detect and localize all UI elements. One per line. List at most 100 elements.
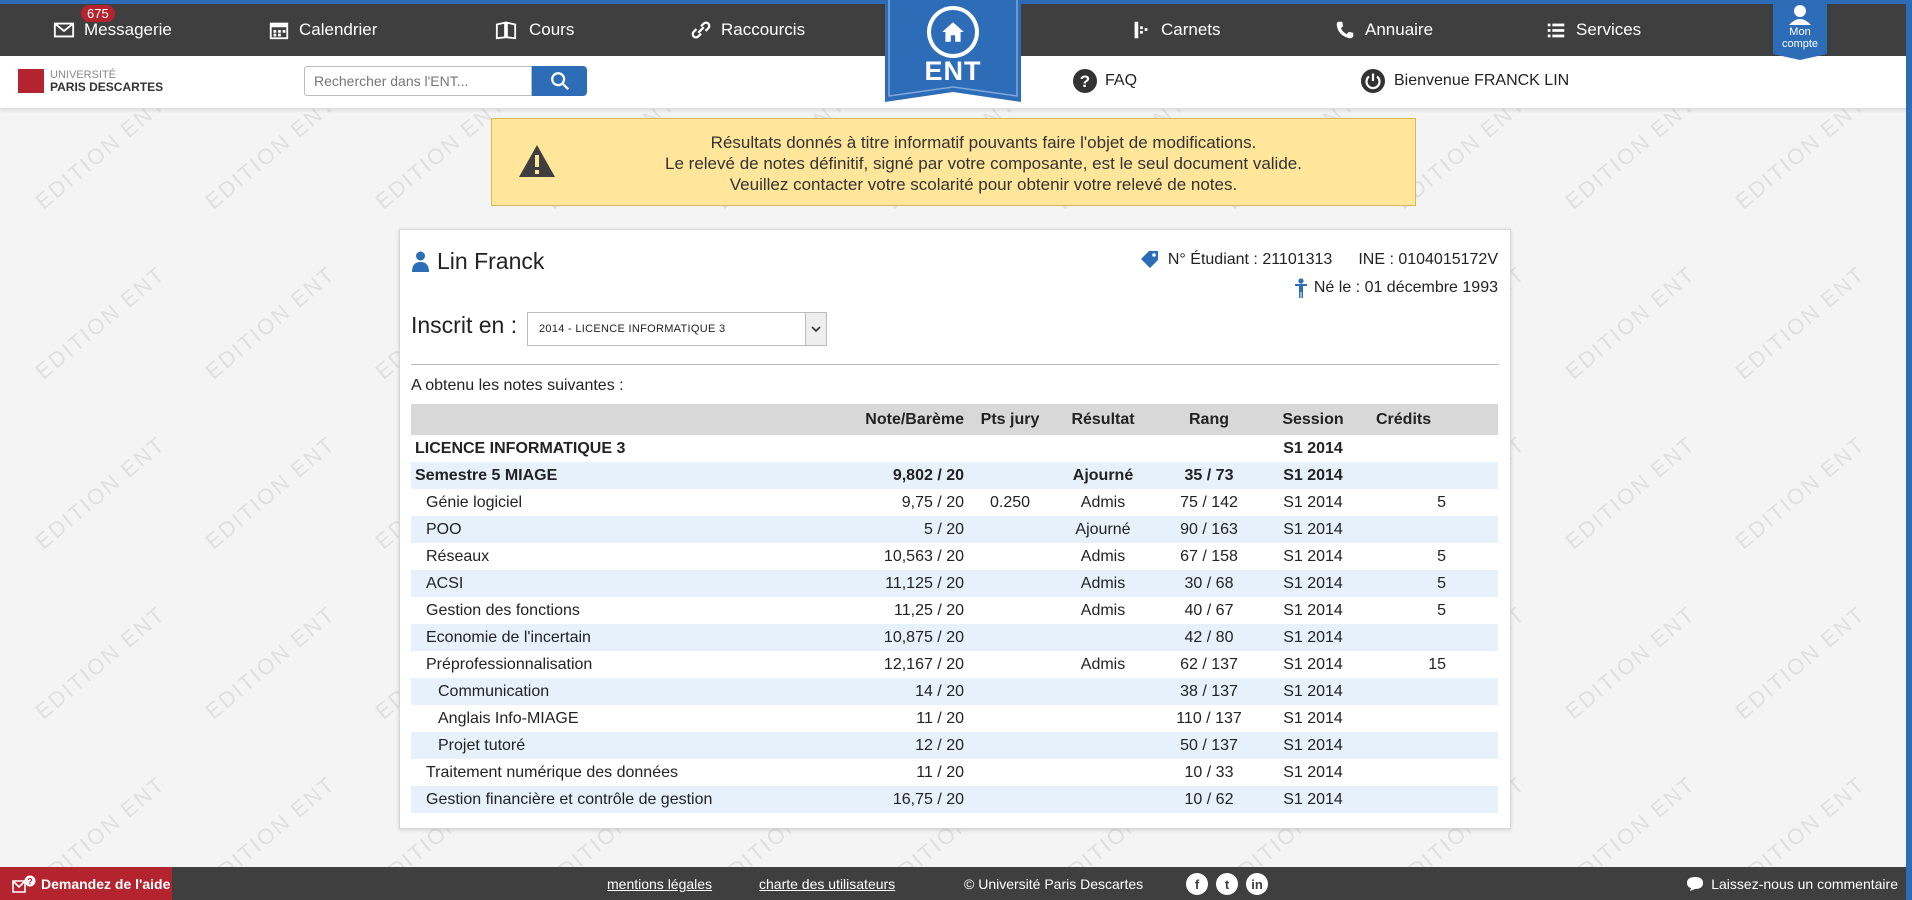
cell-rang: 67 / 158	[1180, 547, 1238, 565]
cell-resultat: Admis	[1050, 570, 1156, 597]
watermark-text: EDITION ENT	[1730, 91, 1871, 215]
logout-welcome[interactable]: Bienvenue FRANCK LIN	[1360, 68, 1569, 94]
help-button[interactable]: ? Demandez de l'aide	[0, 867, 172, 900]
cell-credits	[1364, 624, 1498, 651]
cell-credits: 5	[1437, 601, 1446, 619]
cell-label: Génie logiciel	[426, 493, 523, 511]
cell-pts-jury	[970, 462, 1050, 489]
cell-resultat	[1050, 732, 1156, 759]
facebook-icon[interactable]: f	[1186, 873, 1208, 895]
phone-icon	[1336, 21, 1354, 39]
cell-resultat: Ajourné	[1050, 462, 1156, 489]
nav-carnets[interactable]: Carnets	[1130, 4, 1221, 56]
watermark-text: EDITION ENT	[1730, 601, 1871, 725]
question-icon: ?	[1073, 69, 1097, 93]
cell-label: POO	[411, 516, 841, 543]
mon-compte-tab[interactable]: Mon compte	[1773, 0, 1827, 60]
cell-rang: 90 / 163	[1156, 516, 1262, 543]
table-header-row: Note/Barème Pts jury Résultat Rang Sessi…	[411, 404, 1498, 435]
cell-resultat	[1050, 624, 1156, 651]
envelope-icon	[53, 22, 75, 38]
grades-table: Note/Barème Pts jury Résultat Rang Sessi…	[411, 404, 1498, 813]
obtenu-label: A obtenu les notes suivantes :	[411, 377, 624, 394]
table-row: Gestion des fonctions 11,25 / 20 Admis 40 /…	[411, 597, 1498, 624]
cell-note: 11,125 / 20	[841, 570, 970, 597]
cell-rang: 38 / 137	[1156, 678, 1262, 705]
faq-link[interactable]: ? FAQ	[1072, 68, 1137, 94]
cell-resultat: Admis	[1080, 601, 1126, 619]
cell-session: S1 2014	[1262, 570, 1364, 597]
inscription-select[interactable]: 2014 - LICENCE INFORMATIQUE 3	[527, 312, 827, 346]
child-icon	[1294, 278, 1307, 298]
watermark-text: EDITION ENT	[1560, 261, 1701, 385]
watermark-text: EDITION ENT	[30, 91, 171, 215]
cell-session: S1 2014	[1283, 709, 1343, 727]
cell-resultat: Admis	[1080, 655, 1126, 673]
cell-label: ACSI	[411, 570, 841, 597]
table-row: Economie de l'incertain 10,875 / 20 42 / 8…	[411, 624, 1498, 651]
cell-rang: 10 / 33	[1184, 763, 1234, 781]
table-row: Gestion financière et contrôle de gestio…	[411, 786, 1498, 813]
cell-session: S1 2014	[1262, 786, 1364, 813]
mentions-legales-link[interactable]: mentions légales	[607, 876, 712, 892]
nav-services[interactable]: Services	[1545, 4, 1641, 56]
cell-credits	[1364, 462, 1498, 489]
chevron-down-icon[interactable]	[805, 313, 826, 345]
comment-link[interactable]: Laissez-nous un commentaire	[1686, 876, 1898, 892]
watermark-text: EDITION ENT	[1730, 431, 1871, 555]
cell-rang: 75 / 142	[1180, 493, 1238, 511]
comment-label: Laissez-nous un commentaire	[1711, 876, 1898, 892]
cell-resultat: Admis	[1080, 547, 1126, 565]
cell-note: 12,167 / 20	[883, 655, 964, 673]
cell-resultat	[1050, 435, 1156, 462]
linkedin-icon[interactable]: in	[1246, 873, 1268, 895]
header-pts-jury: Pts jury	[970, 404, 1050, 435]
nav-calendrier[interactable]: Calendrier	[268, 4, 377, 56]
header-resultat: Résultat	[1050, 404, 1156, 435]
cell-resultat	[1050, 705, 1156, 732]
nav-cours-label: Cours	[529, 20, 575, 39]
link-icon	[691, 21, 711, 39]
university-logo[interactable]: UNIVERSITÉ PARIS DESCARTES	[18, 69, 163, 93]
ent-home-circle	[927, 6, 979, 58]
inscrit-label: Inscrit en :	[411, 312, 518, 338]
watermark-text: EDITION ENT	[1560, 431, 1701, 555]
cell-resultat: Ajourné	[1050, 516, 1156, 543]
cell-note: 12 / 20	[841, 732, 970, 759]
cell-pts-jury	[970, 651, 1050, 678]
nav-annuaire[interactable]: Annuaire	[1334, 4, 1433, 56]
cell-pts-jury	[970, 516, 1050, 543]
student-ids: N° Étudiant : 21101313 INE : 0104015172V	[1138, 249, 1498, 271]
watermark-text: EDITION ENT	[200, 91, 341, 215]
nav-calendrier-label: Calendrier	[299, 20, 378, 39]
cell-credits: 15	[1428, 655, 1446, 673]
twitter-icon[interactable]: t	[1216, 873, 1238, 895]
grades-card: Lin Franck N° Étudiant : 21101313 INE : …	[399, 229, 1511, 829]
watermark-text: EDITION ENT	[1560, 601, 1701, 725]
cell-note: 11 / 20	[916, 709, 964, 727]
carnets-icon	[1134, 21, 1148, 39]
cell-note: 14 / 20	[841, 678, 970, 705]
table-row: Anglais Info-MIAGE 11 / 20 110 / 137 S1 201…	[411, 705, 1498, 732]
search-input[interactable]	[304, 66, 532, 96]
cell-label: Semestre 5 MIAGE	[411, 462, 841, 489]
cell-rang: 62 / 137	[1180, 655, 1238, 673]
header-session: Session	[1262, 404, 1364, 435]
search-button[interactable]	[532, 66, 587, 96]
logo-mark	[18, 69, 44, 93]
cell-rang: 42 / 80	[1156, 624, 1262, 651]
cell-note: 11,25 / 20	[894, 601, 964, 619]
cell-label: Projet tutoré	[411, 732, 841, 759]
charte-link[interactable]: charte des utilisateurs	[759, 876, 895, 892]
cell-label: Economie de l'incertain	[411, 624, 841, 651]
watermark-text: EDITION ENT	[1730, 261, 1871, 385]
cell-session: S1 2014	[1262, 462, 1364, 489]
nav-messagerie[interactable]: 675 Messagerie	[53, 4, 172, 56]
nav-raccourcis[interactable]: Raccourcis	[690, 4, 805, 56]
nav-cours[interactable]: Cours	[492, 4, 574, 56]
cell-note: 5 / 20	[841, 516, 970, 543]
ent-home-tab[interactable]: ENT	[885, 0, 1021, 102]
table-row: Communication 14 / 20 38 / 137 S1 2014	[411, 678, 1498, 705]
person-icon	[412, 251, 429, 272]
cell-label: Préprofessionnalisation	[426, 655, 593, 673]
